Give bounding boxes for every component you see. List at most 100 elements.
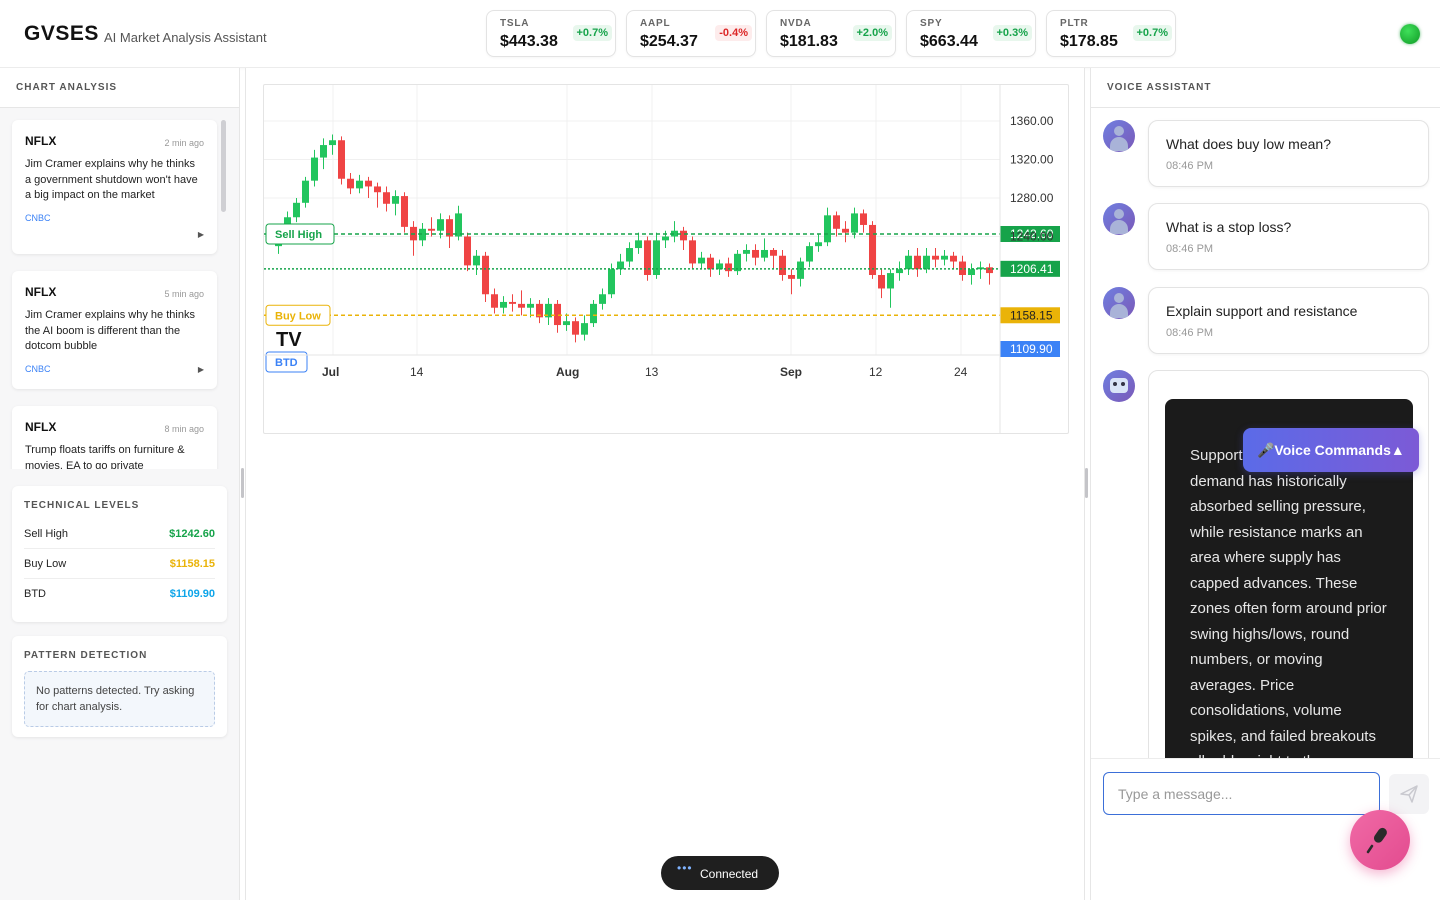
candle-body	[905, 255, 912, 270]
sell-high-label: Sell High	[275, 229, 322, 241]
candle-body	[500, 301, 507, 308]
ticker-change: +2.0%	[852, 25, 892, 41]
ticker-bar: TSLA $443.38 +0.7% AAPL $254.37 -0.4% NV…	[486, 10, 1176, 57]
brand-subtitle: AI Market Analysis Assistant	[104, 30, 267, 45]
level-value: $1158.15	[169, 558, 215, 570]
news-card[interactable]: NFLX 8 min ago Trump floats tariffs on f…	[12, 406, 217, 469]
candle-body	[770, 249, 777, 256]
candlestick-chart[interactable]: 1242.60Sell High1206.411158.15Buy Low110…	[264, 85, 1069, 434]
level-value: $1109.90	[169, 588, 215, 600]
message-input[interactable]	[1103, 772, 1380, 815]
candle-body	[473, 255, 480, 266]
candle-body	[815, 242, 822, 247]
news-source: CNBC	[25, 212, 51, 223]
message-bubble: What does buy low mean? 08:46 PM	[1148, 120, 1429, 187]
news-scrollbar[interactable]	[221, 120, 226, 212]
news-card[interactable]: NFLX 5 min ago Jim Cramer explains why h…	[12, 271, 217, 389]
voice-commands-button[interactable]: 🎤Voice Commands▲	[1243, 428, 1419, 472]
message-text: What is a stop loss?	[1166, 219, 1292, 235]
message-time: 08:46 PM	[1166, 160, 1214, 172]
ticker-card-tsla[interactable]: TSLA $443.38 +0.7%	[486, 10, 616, 57]
message-bubble: What is a stop loss? 08:46 PM	[1148, 203, 1429, 270]
buy-low-label: Buy Low	[275, 310, 321, 322]
message-time: 08:46 PM	[1166, 243, 1214, 255]
candle-body	[743, 249, 750, 254]
ticker-price: $254.37	[640, 33, 698, 50]
candle-body	[554, 303, 561, 326]
news-feed[interactable]: NFLX 2 min ago Jim Cramer explains why h…	[0, 109, 240, 469]
level-row-buy-low: Buy Low $1158.15	[24, 549, 215, 579]
level-label: BTD	[24, 588, 46, 600]
candle-body	[608, 269, 615, 295]
candle-body	[365, 180, 372, 187]
ticker-card-spy[interactable]: SPY $663.44 +0.3%	[906, 10, 1036, 57]
message-bubble: Explain support and resistance 08:46 PM	[1148, 287, 1429, 354]
candle-body	[518, 303, 525, 308]
play-icon[interactable]: ▶	[198, 365, 204, 374]
candle-body	[653, 240, 660, 275]
message-text: Explain support and resistance	[1166, 303, 1358, 319]
message-text: What does buy low mean?	[1166, 136, 1331, 152]
brand-logo: GVSES	[24, 22, 99, 45]
tradingview-logo-icon: TV	[276, 329, 302, 351]
candle-body	[851, 213, 858, 233]
ticker-change: +0.3%	[992, 25, 1032, 41]
news-title: Jim Cramer explains why he thinks a gove…	[25, 158, 198, 201]
news-title: Trump floats tariffs on furniture & movi…	[25, 444, 185, 469]
chat-message: What is a stop loss? 08:46 PM	[1103, 203, 1429, 270]
news-time: 2 min ago	[164, 138, 204, 148]
ticker-card-nvda[interactable]: NVDA $181.83 +2.0%	[766, 10, 896, 57]
candle-body	[383, 192, 390, 204]
candle-body	[887, 273, 894, 289]
candle-body	[968, 269, 975, 275]
candle-body	[527, 303, 534, 308]
ticker-change: +0.7%	[1132, 25, 1172, 41]
ticker-symbol: PLTR	[1060, 18, 1089, 29]
candle-body	[833, 215, 840, 229]
candle-body	[860, 213, 867, 225]
news-card[interactable]: NFLX 2 min ago Jim Cramer explains why h…	[12, 120, 217, 254]
candle-body	[581, 323, 588, 335]
time-axis-label: 14	[410, 365, 424, 379]
play-icon[interactable]: ▶	[198, 230, 204, 239]
candle-body	[752, 249, 759, 258]
candle-body	[293, 202, 300, 218]
candle-body	[455, 213, 462, 237]
level-row-sell-high: Sell High $1242.60	[24, 519, 215, 549]
candle-body	[482, 255, 489, 295]
candle-body	[806, 246, 813, 262]
time-axis-label: Sep	[780, 365, 802, 379]
left-resize-handle[interactable]	[241, 468, 244, 498]
user-avatar-icon	[1103, 120, 1135, 152]
right-resize-handle[interactable]	[1085, 468, 1088, 498]
top-header: GVSES AI Market Analysis Assistant TSLA …	[0, 0, 1440, 68]
candle-body	[797, 261, 804, 279]
ticker-symbol: NVDA	[780, 18, 812, 29]
price-axis-label: 1240.00	[1010, 230, 1054, 244]
chart-area: 1242.60 Sell High 1206.41 1158.15 Buy Low 110…	[245, 68, 1085, 900]
section-title: TECHNICAL LEVELS	[24, 500, 140, 511]
microphone-button[interactable]	[1350, 810, 1410, 870]
connection-status-pill: ••• Connected	[661, 856, 779, 890]
chart-analysis-panel: CHART ANALYSIS NFLX 2 min ago Jim Cramer…	[0, 68, 240, 900]
candle-body	[761, 249, 768, 258]
candle-body	[950, 255, 957, 262]
candle-body	[635, 240, 642, 249]
status-dots-icon: •••	[677, 861, 693, 875]
ticker-price: $663.44	[920, 33, 978, 50]
ticker-price: $443.38	[500, 33, 558, 50]
send-button[interactable]	[1389, 774, 1429, 814]
candle-body	[563, 321, 570, 326]
ticker-card-pltr[interactable]: PLTR $178.85 +0.7%	[1046, 10, 1176, 57]
candle-body	[842, 228, 849, 233]
candle-body	[329, 140, 336, 146]
ticker-symbol: TSLA	[500, 18, 530, 29]
microphone-icon	[1366, 827, 1387, 854]
user-avatar-icon	[1103, 287, 1135, 319]
candle-body	[590, 303, 597, 324]
chat-message: What does buy low mean? 08:46 PM	[1103, 120, 1429, 187]
price-chart[interactable]: 1242.60 Sell High 1206.41 1158.15 Buy Low 110…	[263, 84, 1069, 434]
technical-levels-card: TECHNICAL LEVELS Sell High $1242.60 Buy …	[12, 486, 227, 622]
connection-status-indicator	[1400, 24, 1420, 44]
ticker-card-aapl[interactable]: AAPL $254.37 -0.4%	[626, 10, 756, 57]
